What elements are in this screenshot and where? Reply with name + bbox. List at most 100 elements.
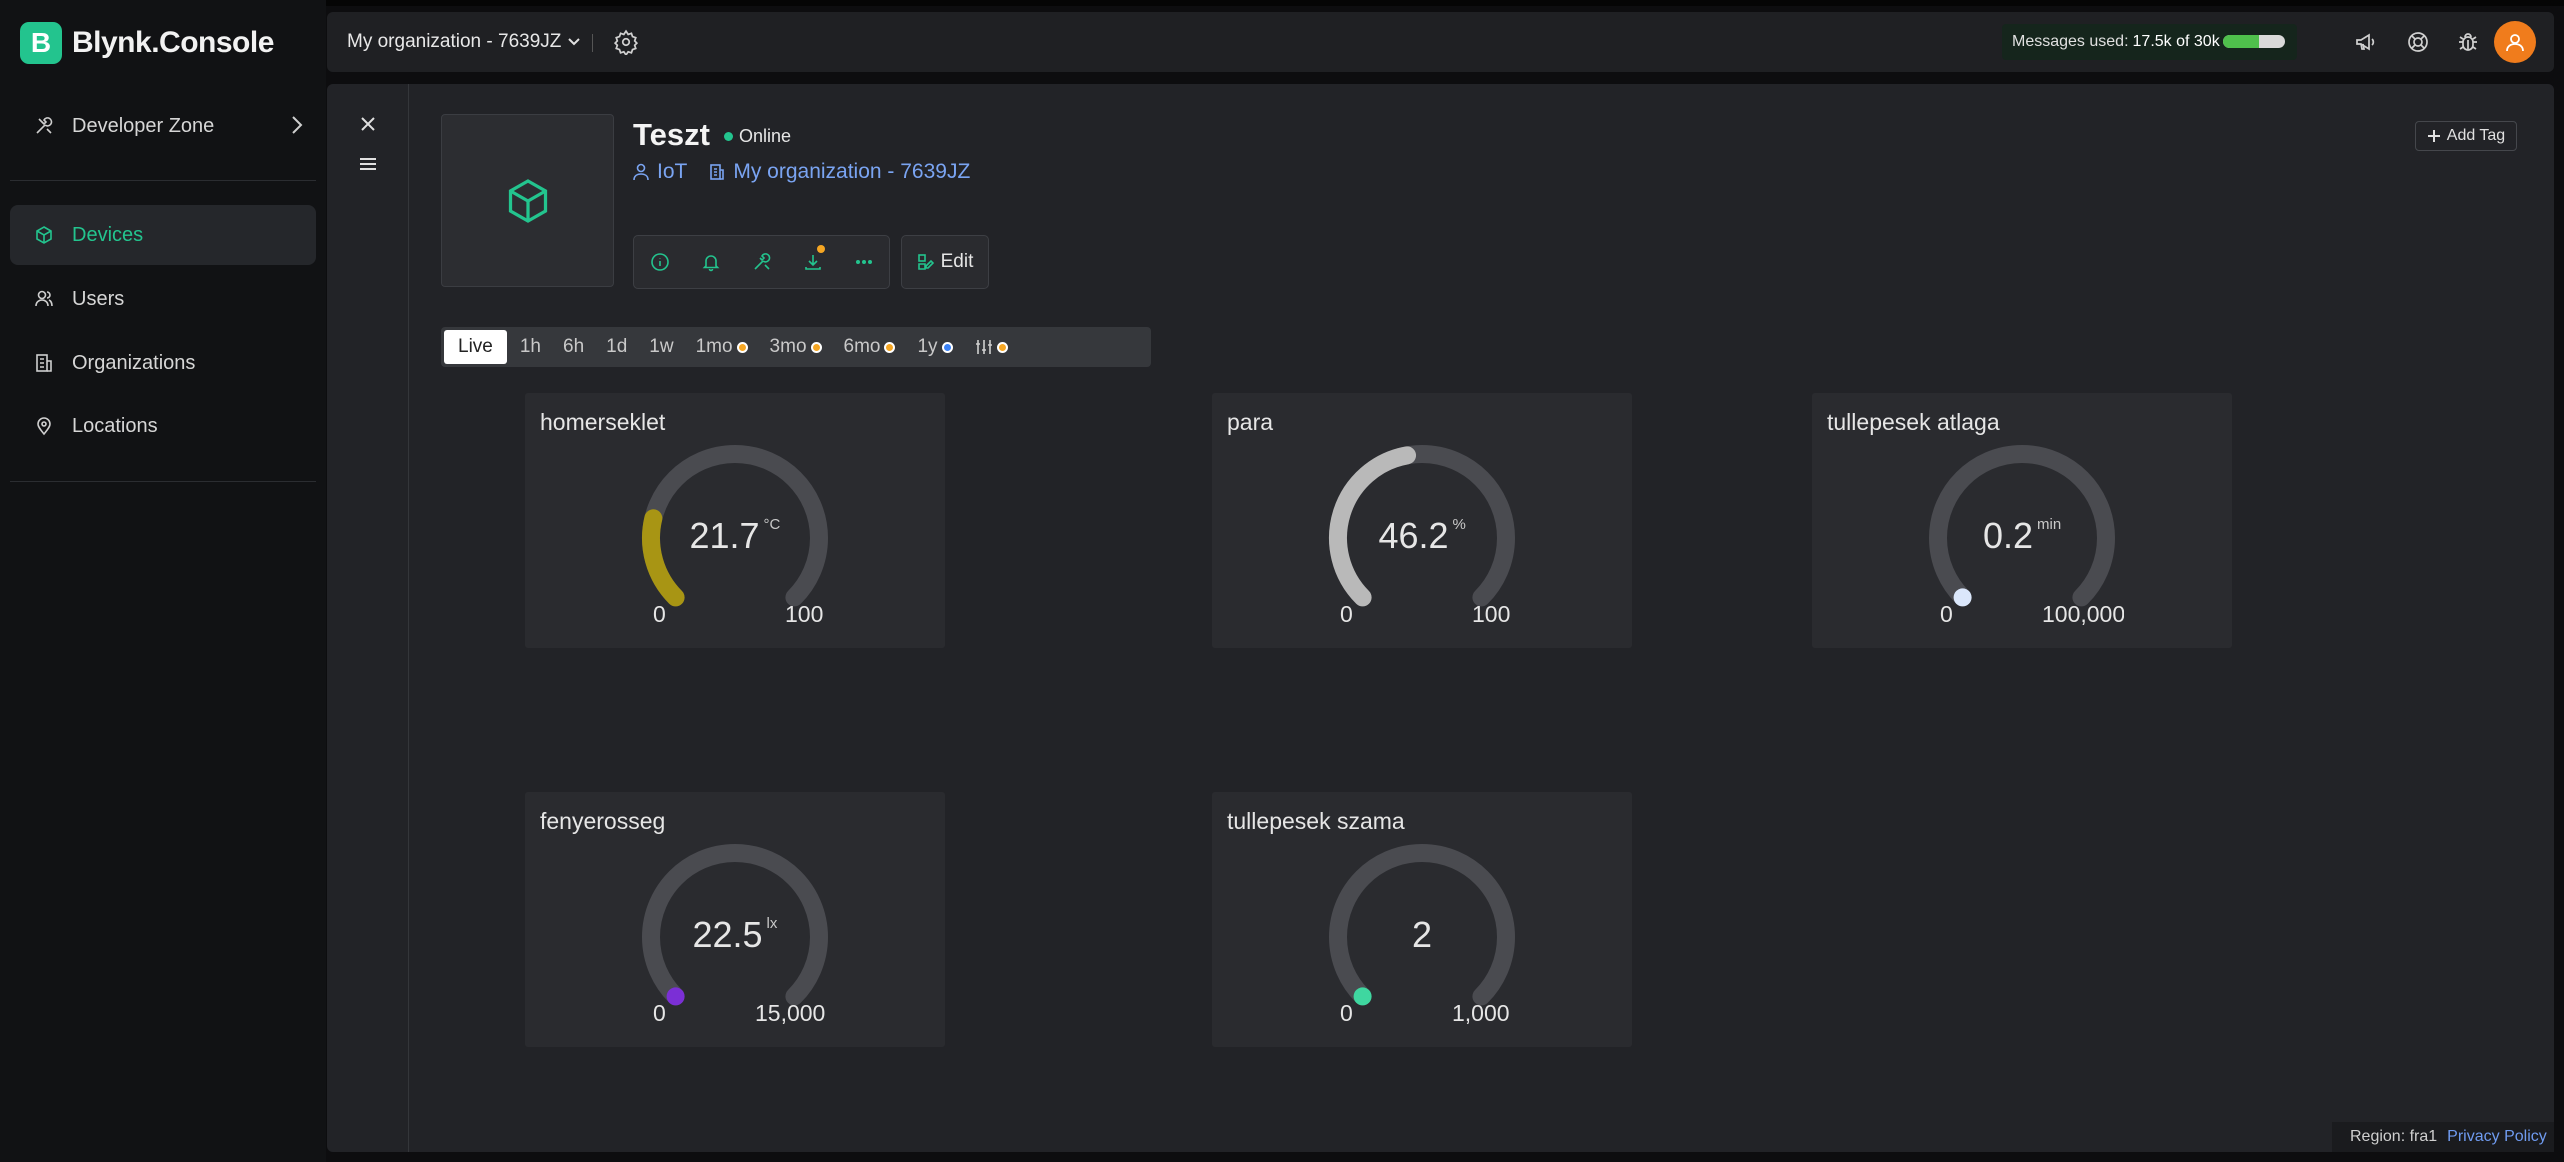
developer-tools-button[interactable] [736, 236, 787, 288]
widget-title: para [1227, 409, 1274, 435]
range-1h[interactable]: 1h [511, 330, 550, 364]
range-label: 1d [606, 336, 628, 357]
gauge-fill [642, 509, 685, 607]
sidebar-item-devices[interactable]: Devices [10, 205, 316, 265]
widget-title: homerseklet [540, 409, 666, 435]
range-Live[interactable]: Live [444, 330, 507, 364]
range-indicator-dot [996, 341, 1008, 353]
user-outline-icon [633, 163, 649, 181]
gauge-widget[interactable]: para 46.2% 0 100 [1212, 393, 1632, 648]
range-1w[interactable]: 1w [640, 330, 682, 364]
download-icon [804, 255, 821, 270]
range-6mo[interactable]: 6mo [835, 330, 905, 364]
sidebar-item-users[interactable]: Users [10, 269, 316, 329]
range-6h[interactable]: 6h [554, 330, 593, 364]
gauge-min-label: 0 [653, 601, 666, 627]
lifebuoy-icon [2408, 32, 2428, 52]
gauge-widget[interactable]: tullepesek atlaga 0.2 min 0 100,000 [1812, 393, 2232, 648]
panel-rail-divider [408, 84, 409, 1152]
gauge-max-label: 100 [1472, 601, 1511, 627]
bug-icon [2459, 33, 2477, 51]
notifications-button[interactable] [685, 236, 736, 288]
range-1mo[interactable]: 1mo [687, 330, 757, 364]
gauge-value: 22.5 [692, 914, 763, 955]
help-button[interactable] [2404, 28, 2432, 56]
gauge-value: 21.7 [689, 515, 760, 556]
user-icon [2506, 34, 2524, 52]
gauge-fill [1953, 588, 1972, 607]
online-dot [724, 132, 733, 141]
sidebar-item-label: Organizations [72, 351, 196, 374]
gauge-max-label: 100,000 [2042, 601, 2124, 627]
widget-title: tullepesek atlaga [1827, 409, 2000, 435]
tools-icon [753, 253, 770, 270]
region-label: Region: fra1 [2350, 1128, 2438, 1145]
device-template-link[interactable]: IoT [633, 160, 687, 184]
close-panel-button[interactable] [354, 110, 382, 138]
sidebar-item-developer-zone[interactable]: Developer Zone [10, 96, 316, 156]
sidebar-divider [10, 180, 316, 181]
organization-settings-button[interactable] [613, 29, 639, 60]
building-icon [710, 164, 725, 180]
gauge-max-label: 15,000 [755, 1000, 826, 1026]
edit-dashboard-icon [917, 254, 934, 270]
gauge-max-label: 100 [785, 601, 824, 627]
gauge-min-label: 0 [1340, 601, 1353, 627]
sidebar-divider [10, 481, 316, 482]
more-dots-icon [855, 260, 872, 264]
info-icon [650, 253, 669, 271]
gauge-unit: % [1452, 516, 1466, 533]
cube-icon [32, 223, 56, 247]
gauge-min-label: 0 [653, 1000, 666, 1026]
range-1d[interactable]: 1d [597, 330, 636, 364]
more-options-button[interactable] [838, 236, 889, 288]
edit-dashboard-button[interactable]: Edit [901, 235, 989, 289]
range-custom-button[interactable] [966, 330, 1017, 364]
app-name: Blynk.Console [72, 26, 274, 59]
download-button[interactable] [787, 236, 838, 288]
chevron-down-icon [568, 38, 581, 46]
device-actions [633, 235, 890, 289]
report-bug-button[interactable] [2454, 28, 2482, 56]
gauge-fill [666, 987, 685, 1006]
gauge-fill [1353, 987, 1372, 1006]
messages-usage[interactable]: Messages used: 17.5k of 30k [2002, 24, 2297, 60]
privacy-policy-link[interactable]: Privacy Policy [2447, 1128, 2547, 1146]
range-label: 6h [563, 336, 585, 357]
range-indicator-dot [736, 341, 748, 353]
range-indicator-dot [810, 341, 822, 353]
widget-title: fenyerosseg [540, 808, 666, 834]
gauge-value: 2 [1412, 914, 1433, 955]
logo-badge: B [20, 22, 62, 64]
gauge-unit: °C [763, 516, 781, 533]
device-meta: IoT My organization - 7639JZ [633, 160, 992, 184]
gauge-widget[interactable]: tullepesek szama 2 0 1,000 [1212, 792, 1632, 1047]
range-label: 1y [917, 336, 938, 357]
topbar-separator [592, 34, 593, 52]
range-label: 6mo [843, 336, 881, 357]
device-info-button[interactable] [634, 236, 685, 288]
user-avatar[interactable] [2494, 21, 2536, 63]
device-template-label: IoT [657, 160, 688, 183]
location-pin-icon [32, 414, 56, 438]
sidebar: B Blynk.Console Developer Zone Devices U… [0, 0, 326, 1162]
gauge-widget[interactable]: homerseklet 21.7 °C 0 100 [525, 393, 945, 648]
device-name: Teszt [633, 117, 710, 152]
range-3mo[interactable]: 3mo [761, 330, 831, 364]
sidebar-item-organizations[interactable]: Organizations [10, 333, 316, 393]
messages-value: 17.5k of 30k [2132, 33, 2220, 50]
gauge-widget[interactable]: fenyerosseg 22.5 lx 0 15,000 [525, 792, 945, 1047]
gauge-unit: min [2037, 516, 2062, 533]
organization-selector[interactable]: My organization - 7639JZ [347, 12, 581, 72]
sidebar-item-locations[interactable]: Locations [10, 396, 316, 456]
device-organization-link[interactable]: My organization - 7639JZ [709, 160, 970, 184]
add-tag-button[interactable]: Add Tag [2415, 121, 2517, 151]
building-icon [32, 351, 56, 375]
sidebar-item-label: Locations [72, 414, 158, 437]
gauge-value: 0.2 [1983, 515, 2034, 556]
app-logo[interactable]: B Blynk.Console [20, 22, 274, 64]
announcements-button[interactable] [2352, 28, 2380, 56]
device-status-label: Online [739, 126, 792, 146]
range-1y[interactable]: 1y [908, 330, 961, 364]
menu-button[interactable] [354, 150, 382, 178]
